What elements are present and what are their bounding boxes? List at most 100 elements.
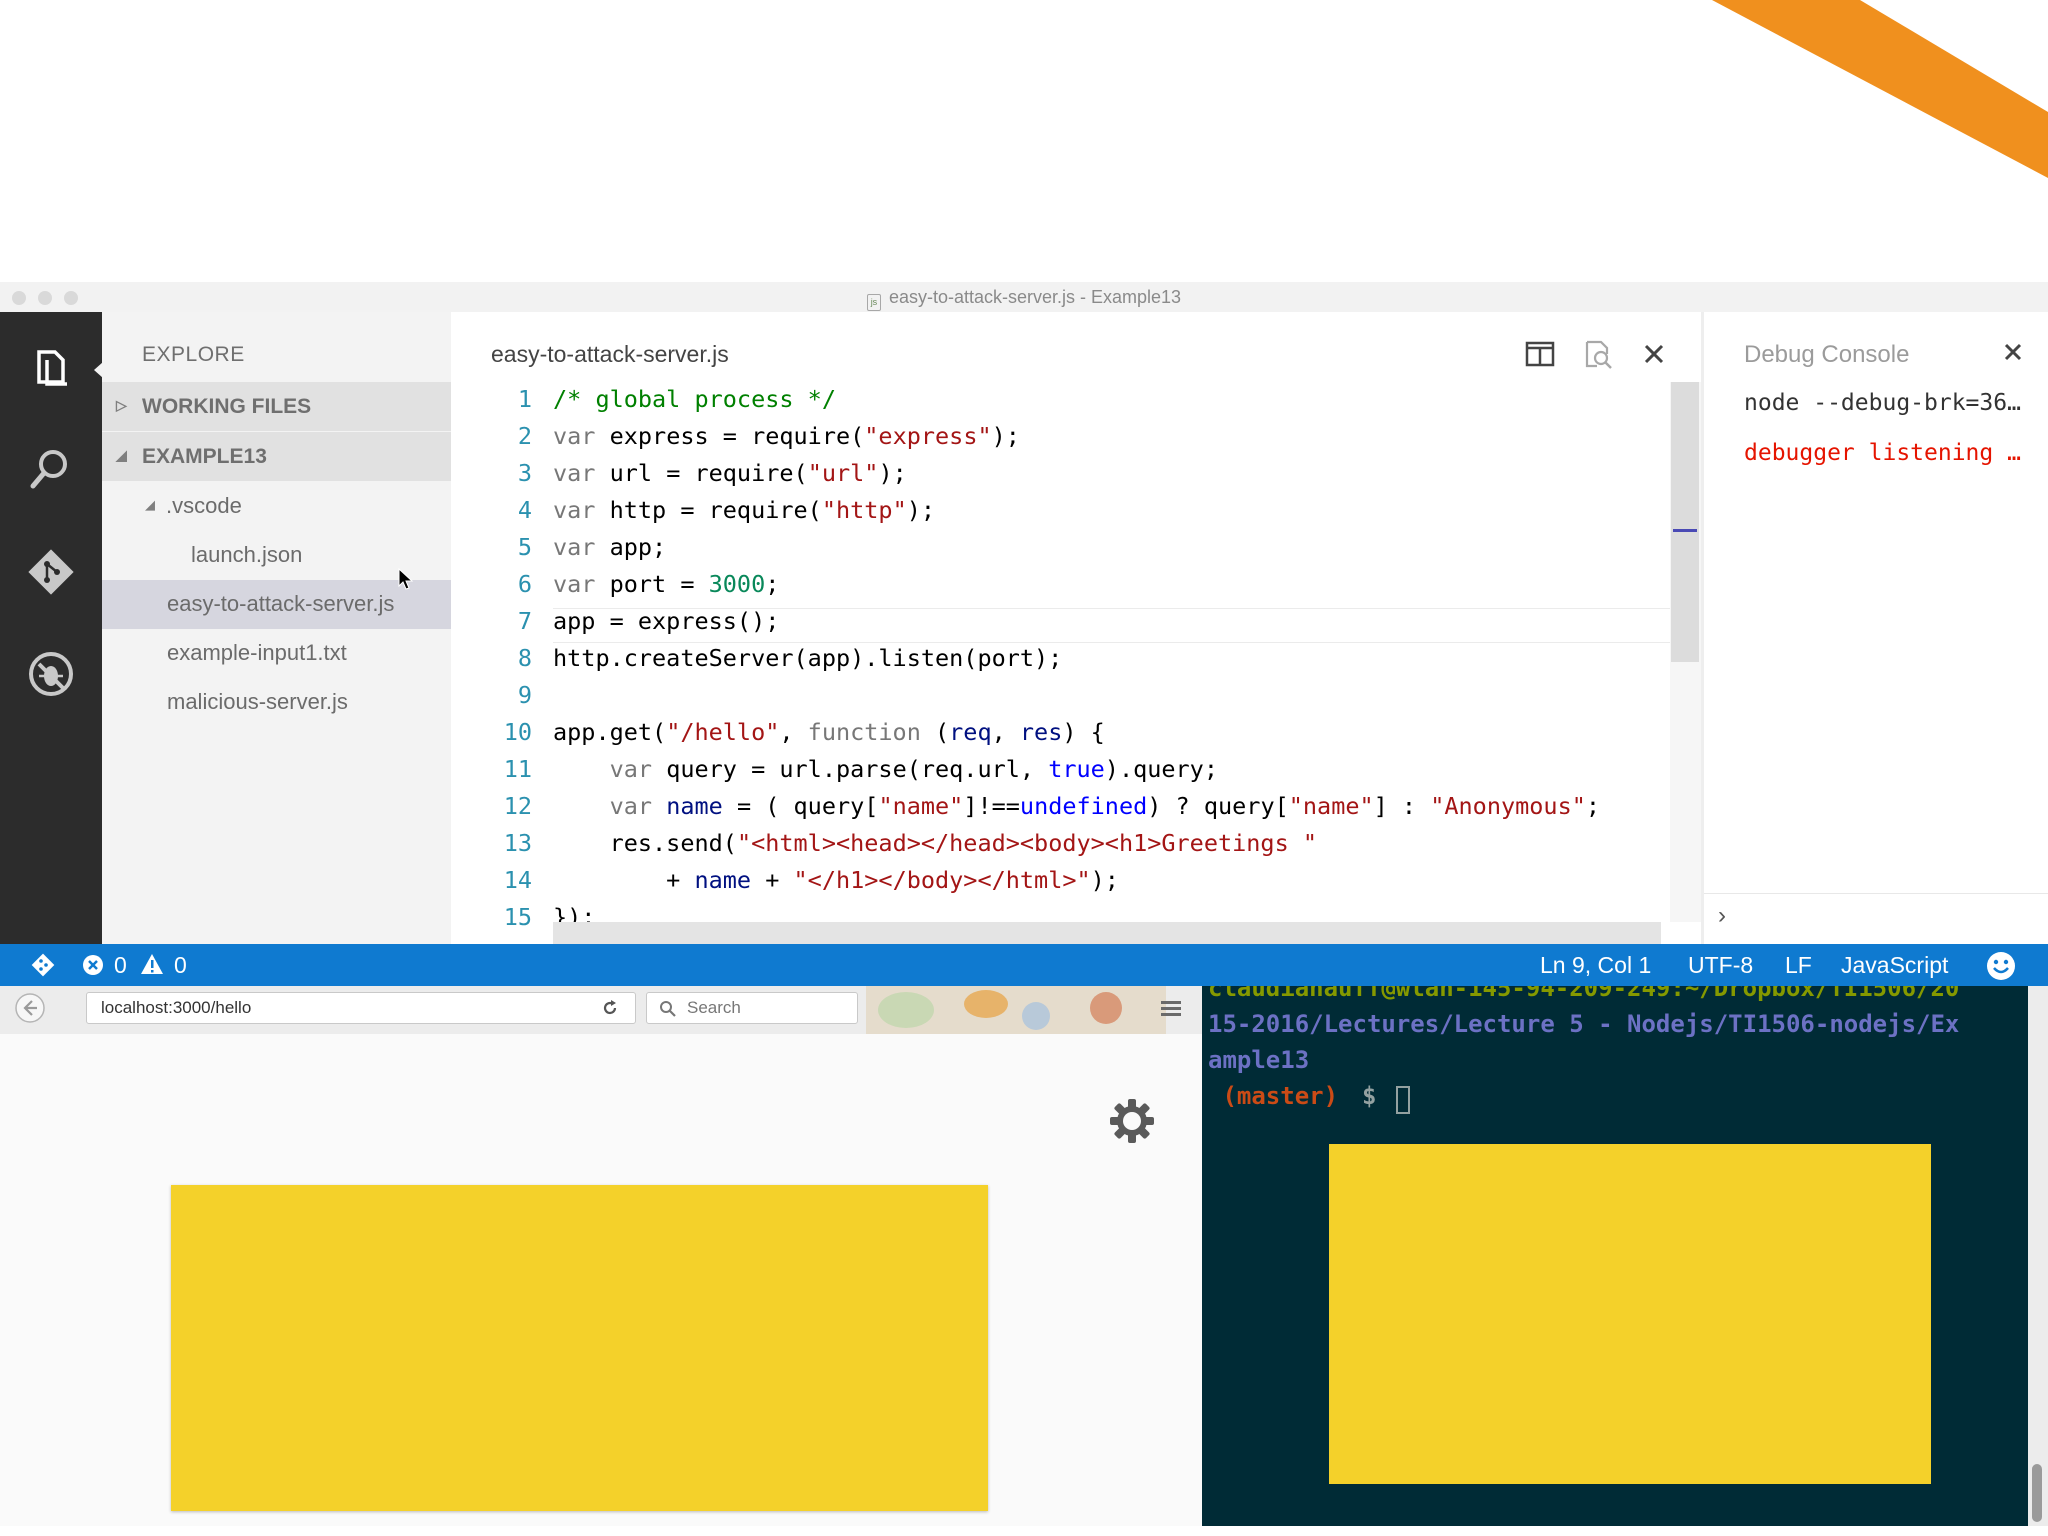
line-number: 1 <box>517 385 532 413</box>
terminal-line: 15-2016/Lectures/Lecture 5 - Nodejs/TI15… <box>1208 1010 1960 1038</box>
terminal-line: claudiahauff@wlan-145-94-209-249:~/Dropb… <box>1208 986 1960 1002</box>
code-text: /* global process */ <box>553 385 836 413</box>
editor-tab-title[interactable]: easy-to-attack-server.js <box>491 341 729 368</box>
tree-item-vscode-folder[interactable]: ◢ .vscode <box>102 482 451 531</box>
search-icon[interactable] <box>25 444 77 496</box>
explorer-panel: EXPLORE ▷ WORKING FILES ◢ EXAMPLE13 ◢ .v… <box>102 312 451 944</box>
editor-horizontal-scrollbar[interactable] <box>553 922 1661 944</box>
url-text: localhost:3000/hello <box>101 998 252 1017</box>
working-files-header[interactable]: ▷ WORKING FILES <box>102 382 451 431</box>
code-line[interactable]: 8 http.createServer(app).listen(port); <box>451 640 1661 677</box>
search-placeholder: Search <box>687 998 741 1017</box>
code-text: var app; <box>553 533 667 561</box>
code-line[interactable]: 7 app = express(); <box>451 603 1661 640</box>
code-line[interactable]: 9 <box>451 677 1661 714</box>
tree-item-example-input1[interactable]: example-input1.txt <box>102 629 451 678</box>
terminal-branch: (master) <box>1208 1082 1339 1110</box>
code-line[interactable]: 10 app.get("/hello", function (req, res) … <box>451 714 1661 751</box>
chevron-down-icon: ◢ <box>116 447 127 463</box>
line-number: 8 <box>517 644 532 672</box>
close-editor-icon[interactable] <box>1636 336 1672 372</box>
status-bar: 0 0 Ln 9, Col 1 UTF-8 LF JavaScript <box>0 944 2048 986</box>
back-arrow-icon[interactable] <box>14 992 46 1024</box>
warning-count[interactable]: 0 <box>174 952 187 979</box>
explorer-title: EXPLORE <box>142 343 245 366</box>
terminal-window[interactable]: claudiahauff@wlan-145-94-209-249:~/Dropb… <box>1202 986 2028 1526</box>
project-label: EXAMPLE13 <box>142 445 267 468</box>
terminal-scrollbar-thumb[interactable] <box>2032 1464 2042 1522</box>
close-debug-console-icon[interactable] <box>1998 337 2028 367</box>
activity-bar <box>0 312 102 944</box>
window-title-text: easy-to-attack-server.js - Example13 <box>888 287 1182 307</box>
tree-item-label: launch.json <box>191 542 303 567</box>
git-branch-icon[interactable] <box>30 952 56 978</box>
git-icon[interactable] <box>25 546 77 598</box>
search-icon <box>660 1001 676 1017</box>
code-line[interactable]: 1 /* global process */ <box>451 381 1661 418</box>
code-editor[interactable]: easy-to-attack-server.js 1 /* global proc… <box>451 312 1701 944</box>
language-mode[interactable]: JavaScript <box>1841 952 1948 979</box>
tree-item-label: malicious-server.js <box>167 689 348 714</box>
open-preview-icon[interactable] <box>1579 336 1615 372</box>
chevron-right-icon: ▷ <box>116 397 127 413</box>
tree-item-label: easy-to-attack-server.js <box>167 591 395 616</box>
project-header[interactable]: ◢ EXAMPLE13 <box>102 432 451 481</box>
browser-page <box>0 1034 1202 1520</box>
browser-search-input[interactable]: Search <box>646 992 858 1024</box>
code-text: var query = url.parse(req.url, true).que… <box>609 755 1218 783</box>
explorer-icon[interactable] <box>25 342 77 394</box>
code-text: var url = require("url"); <box>553 459 907 487</box>
code-line[interactable]: 11 var query = url.parse(req.url, true).… <box>451 751 1661 788</box>
error-icon <box>83 955 103 975</box>
terminal-cursor <box>1396 1086 1410 1114</box>
code-text: var http = require("http"); <box>553 496 936 524</box>
error-count[interactable]: 0 <box>114 952 127 979</box>
terminal-line: ample13 <box>1208 1046 1310 1074</box>
code-text: + name + "</h1></body></html>"); <box>553 866 1119 894</box>
line-number: 4 <box>517 496 532 524</box>
feedback-smiley-icon[interactable] <box>1986 951 2016 981</box>
code-line[interactable]: 6 var port = 3000; <box>451 566 1661 603</box>
debug-input-prompt[interactable]: › <box>1718 902 1726 930</box>
line-number: 6 <box>517 570 532 598</box>
code-text: var name = ( query["name"]!==undefined) … <box>609 792 1601 820</box>
cursor-position[interactable]: Ln 9, Col 1 <box>1540 952 1651 979</box>
menu-icon[interactable] <box>1158 996 1184 1022</box>
browser-toolbar: localhost:3000/hello Search <box>0 986 1202 1035</box>
terminal-prompt: $ <box>1362 1082 1377 1110</box>
line-number: 7 <box>517 607 532 635</box>
redaction-box <box>171 1185 988 1511</box>
encoding-indicator[interactable]: UTF-8 <box>1688 952 1753 979</box>
line-number: 15 <box>503 903 532 931</box>
url-bar[interactable]: localhost:3000/hello <box>86 992 636 1024</box>
reload-icon[interactable] <box>600 998 620 1018</box>
warning-icon <box>141 954 163 974</box>
debug-icon[interactable] <box>25 648 77 700</box>
eol-indicator[interactable]: LF <box>1785 952 1812 979</box>
code-line[interactable]: 4 var http = require("http"); <box>451 492 1661 529</box>
debug-console-title: Debug Console <box>1744 341 1910 368</box>
mouse-cursor-icon <box>398 568 414 590</box>
line-number: 10 <box>503 718 532 746</box>
code-line[interactable]: 13 res.send("<html><head></head><body><h… <box>451 825 1661 862</box>
js-file-icon: js <box>866 294 881 311</box>
code-line[interactable]: 2 var express = require("express"); <box>451 418 1661 455</box>
code-line[interactable]: 3 var url = require("url"); <box>451 455 1661 492</box>
line-number: 3 <box>517 459 532 487</box>
terminal-scrollbar[interactable] <box>2028 986 2048 1526</box>
tree-item-malicious-server[interactable]: malicious-server.js <box>102 678 451 727</box>
code-line[interactable]: 5 var app; <box>451 529 1661 566</box>
code-text: app.get("/hello", function (req, res) { <box>553 718 1105 746</box>
debug-output-line: debugger listening … <box>1744 440 2021 466</box>
window-titlebar: js easy-to-attack-server.js - Example13 <box>0 282 2048 313</box>
code-line[interactable]: 12 var name = ( query["name"]!==undefine… <box>451 788 1661 825</box>
redaction-box <box>1329 1144 1931 1484</box>
editor-scrollbar-thumb[interactable] <box>1671 382 1699 662</box>
code-text: http.createServer(app).listen(port); <box>553 644 1063 672</box>
debug-input-separator <box>1704 893 2048 894</box>
split-editor-icon[interactable] <box>1522 336 1558 372</box>
code-line[interactable]: 14 + name + "</h1></body></html>"); <box>451 862 1661 899</box>
line-number: 14 <box>503 866 532 894</box>
gear-icon[interactable] <box>1108 1097 1156 1145</box>
browser-window: localhost:3000/hello Search <box>0 986 1202 1526</box>
